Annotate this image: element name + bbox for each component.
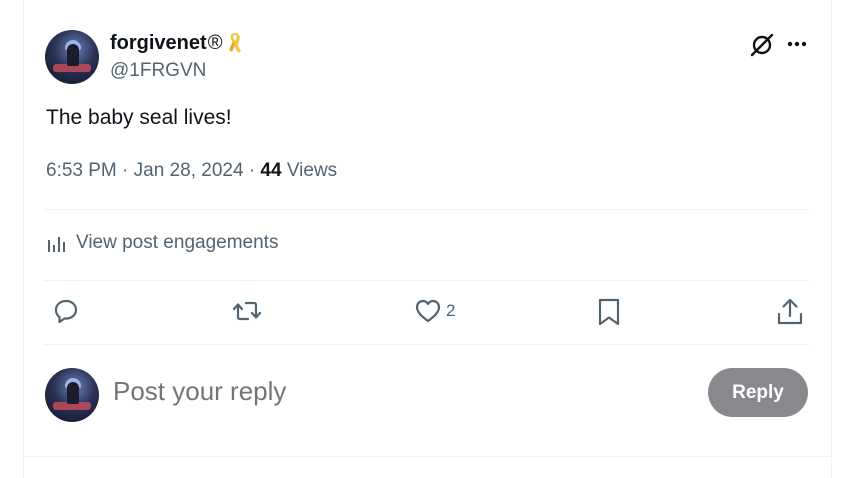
view-engagements-label[interactable]: View post engagements <box>76 232 278 254</box>
author-handle[interactable]: @1FRGVN <box>110 60 206 82</box>
views-count: 44 <box>260 160 282 181</box>
repost-action-button[interactable] <box>232 297 262 325</box>
divider <box>44 280 810 281</box>
views-label: Views <box>286 160 338 181</box>
meta-separator: · <box>248 160 256 181</box>
like-action-button[interactable]: 2 <box>414 297 455 325</box>
meta-separator: · <box>122 160 129 181</box>
post-meta: 6:53 PM · Jan 28, 2024 · 44 Views <box>46 160 337 182</box>
like-count: 2 <box>446 301 456 320</box>
grok-slash-icon[interactable] <box>749 32 775 58</box>
divider <box>24 456 832 457</box>
heart-icon <box>415 299 441 323</box>
reply-action-button[interactable] <box>52 297 80 325</box>
author-avatar[interactable] <box>45 30 99 84</box>
post-date[interactable]: Jan 28, 2024 <box>134 160 244 181</box>
more-dots-icon[interactable] <box>785 32 811 58</box>
reply-input[interactable] <box>113 376 673 407</box>
comment-icon <box>54 299 78 324</box>
analytics-bars-icon <box>48 237 65 252</box>
registered-mark: ® <box>207 31 223 54</box>
divider <box>44 209 810 210</box>
bookmark-action-button[interactable] <box>596 297 622 327</box>
yellow-ribbon-icon <box>229 33 242 53</box>
reply-button[interactable]: Reply <box>708 368 808 417</box>
share-action-button[interactable] <box>776 297 804 327</box>
author-name-row[interactable]: forgivenet ® <box>110 31 244 55</box>
divider <box>44 344 810 345</box>
author-display-name[interactable]: forgivenet <box>110 32 207 55</box>
repost-icon <box>232 301 262 321</box>
post-text: The baby seal lives! <box>46 106 232 129</box>
view-engagements-link[interactable]: View post engagements <box>46 232 278 254</box>
bookmark-icon <box>598 298 620 326</box>
post-time[interactable]: 6:53 PM <box>46 160 117 181</box>
composer-avatar[interactable] <box>45 368 99 422</box>
share-icon <box>777 298 803 325</box>
